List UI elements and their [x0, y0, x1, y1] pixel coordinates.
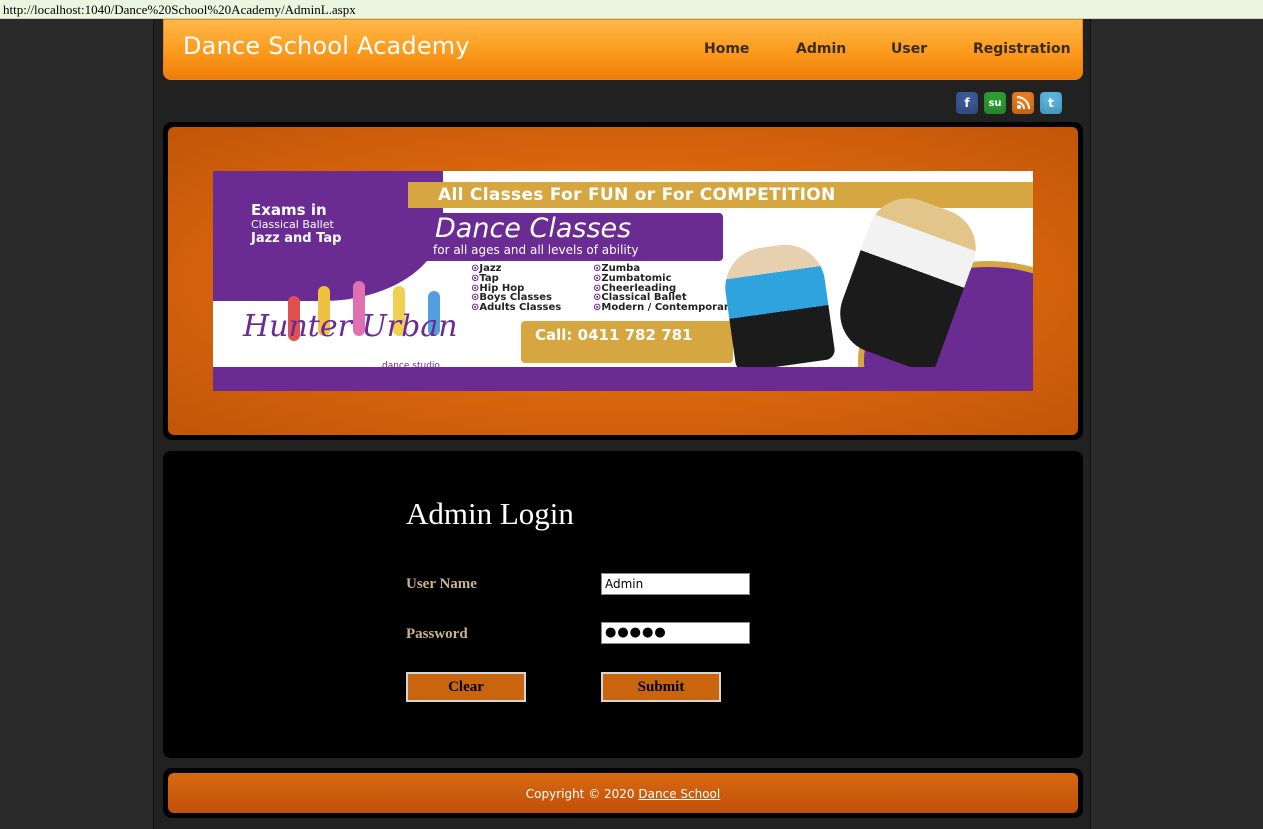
- ad-headline-bar: All Classes For FUN or For COMPETITION: [408, 182, 1033, 208]
- ad-list-right: Zumba Zumbatomic Cheerleading Classical …: [593, 264, 735, 313]
- ad-classes-box: Dance Classes for all ages and all level…: [423, 213, 723, 261]
- nav-user[interactable]: User: [891, 41, 927, 57]
- ad-list-item: Modern / Contemporary: [593, 303, 735, 313]
- ad-exams-line1: Exams in: [251, 201, 327, 219]
- banner-background: Exams in Classical Ballet Jazz and Tap A…: [168, 127, 1078, 435]
- ad-classes-subtitle: for all ages and all levels of ability: [433, 243, 639, 257]
- rss-icon[interactable]: [1012, 92, 1034, 114]
- ad-exams-text: Exams in Classical Ballet Jazz and Tap: [251, 201, 411, 246]
- nav-home[interactable]: Home: [704, 41, 749, 57]
- username-label: User Name: [406, 576, 477, 592]
- ad-exams-line2: Classical Ballet: [251, 218, 334, 231]
- site-title: Dance School Academy: [183, 32, 470, 60]
- ad-headline: All Classes For FUN or For COMPETITION: [438, 185, 836, 205]
- banner-ad-image: Exams in Classical Ballet Jazz and Tap A…: [213, 171, 1033, 391]
- ad-logo: Hunter Urban: [243, 309, 458, 344]
- ad-list-left: Jazz Tap Hip Hop Boys Classes Adults Cla…: [471, 264, 561, 313]
- ad-phone: Call: 0411 782 781: [535, 326, 693, 344]
- ad-bottom-band: [213, 367, 1033, 391]
- footer: Copyright © 2020 Dance School: [168, 773, 1078, 813]
- footer-text: Copyright © 2020 Dance School: [168, 787, 1078, 801]
- address-url[interactable]: http://localhost:1040/Dance%20School%20A…: [3, 2, 356, 18]
- address-bar[interactable]: http://localhost:1040/Dance%20School%20A…: [0, 0, 1263, 19]
- footer-link[interactable]: Dance School: [638, 787, 720, 801]
- copyright-text: Copyright © 2020: [525, 787, 635, 801]
- ad-classes-title: Dance Classes: [435, 213, 632, 244]
- banner-frame: Exams in Classical Ballet Jazz and Tap A…: [163, 122, 1083, 440]
- site-header: Dance School Academy Home Admin User Reg…: [163, 19, 1083, 80]
- facebook-icon[interactable]: f: [956, 92, 978, 114]
- footer-frame: Copyright © 2020 Dance School: [163, 768, 1083, 818]
- clear-button[interactable]: Clear: [406, 672, 526, 702]
- page-container: Dance School Academy Home Admin User Reg…: [153, 19, 1091, 829]
- password-input[interactable]: ●●●●●: [601, 622, 750, 644]
- nav-admin[interactable]: Admin: [796, 41, 846, 57]
- ad-exams-line3: Jazz and Tap: [251, 231, 342, 246]
- nav-registration[interactable]: Registration: [973, 41, 1071, 57]
- ad-list-item: Adults Classes: [471, 303, 561, 313]
- username-input[interactable]: [601, 573, 750, 595]
- password-label: Password: [406, 626, 468, 642]
- admin-login-panel: Admin Login User Name Password ●●●●● Cle…: [163, 451, 1083, 758]
- stumbleupon-icon[interactable]: su: [984, 92, 1006, 114]
- submit-button[interactable]: Submit: [601, 672, 721, 702]
- twitter-icon[interactable]: t: [1040, 92, 1062, 114]
- login-title: Admin Login: [406, 496, 574, 531]
- ad-call-box: Call: 0411 782 781: [521, 321, 733, 363]
- ad-dancer-boy: [720, 239, 836, 373]
